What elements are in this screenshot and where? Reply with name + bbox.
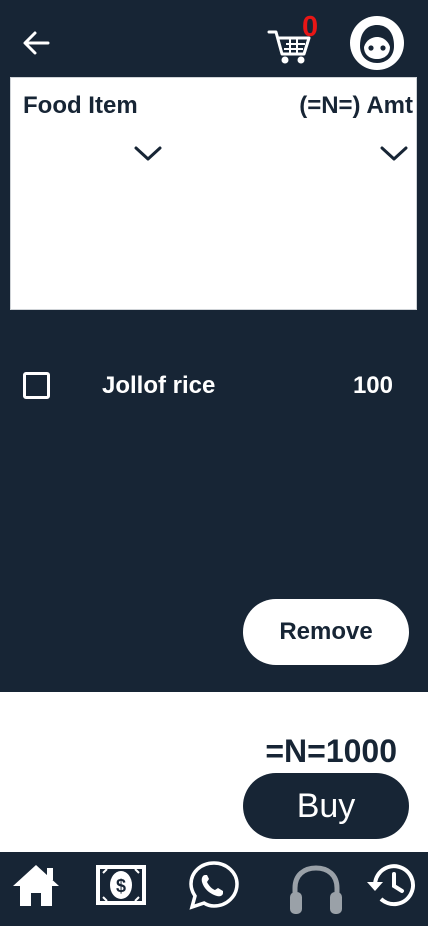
nav-history-button[interactable] (364, 860, 420, 916)
food-item-dropdown[interactable] (131, 142, 165, 166)
nav-payment-button[interactable]: $ (94, 860, 148, 916)
back-button[interactable] (20, 26, 54, 60)
buy-button[interactable]: Buy (243, 773, 409, 839)
food-item-label: Food Item (23, 92, 138, 119)
history-icon (367, 864, 415, 907)
total-amount: =N=1000 (265, 733, 397, 769)
remove-button[interactable]: Remove (243, 599, 409, 665)
bottom-nav: $ (0, 852, 428, 926)
whatsapp-icon (189, 861, 239, 910)
amount-label: (=N=) Amt (299, 92, 413, 119)
svg-text:$: $ (116, 876, 126, 896)
arrow-left-icon (23, 31, 50, 55)
amount-dropdown[interactable] (377, 142, 411, 166)
nav-support-button[interactable] (287, 860, 345, 916)
profile-avatar-button[interactable] (350, 16, 404, 70)
nav-whatsapp-button[interactable] (186, 860, 242, 916)
home-icon (13, 865, 59, 906)
cart-count-badge: 0 (302, 11, 319, 43)
checkout-panel: =N=1000 Buy (0, 692, 428, 852)
item-checkbox[interactable] (23, 372, 50, 399)
order-selector-panel: Food Item (=N=) Amt (10, 77, 417, 310)
item-name: Jollof rice (102, 372, 216, 399)
money-icon: $ (96, 865, 146, 905)
headphones-icon (290, 865, 342, 914)
chevron-down-icon (380, 146, 408, 161)
nav-home-button[interactable] (9, 860, 63, 916)
chevron-down-icon (134, 146, 162, 161)
item-amount: 100 (352, 372, 393, 399)
list-item: Jollof rice 100 (0, 360, 428, 412)
face-avatar-icon (360, 25, 394, 63)
top-bar: 0 (0, 0, 428, 78)
